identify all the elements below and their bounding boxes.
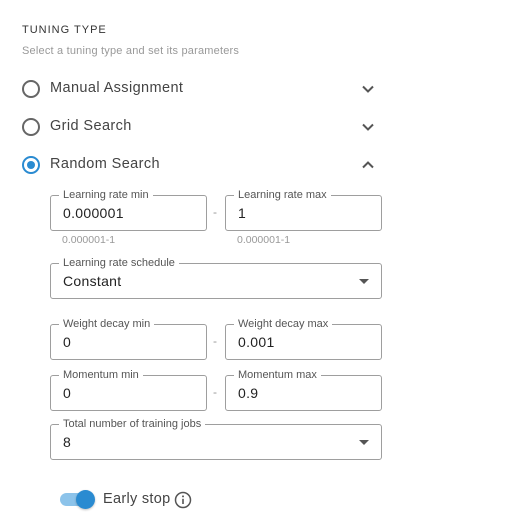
radio-button[interactable] [22, 80, 40, 98]
chevron-down-icon[interactable] [361, 82, 375, 96]
field-label: Learning rate schedule [59, 256, 179, 270]
total-training-jobs-select[interactable]: Total number of training jobs 8 [50, 417, 382, 460]
range-separator: - [213, 385, 217, 399]
field-label: Momentum max [234, 368, 321, 382]
field-label: Total number of training jobs [59, 417, 206, 431]
field-value[interactable]: 0.000001 [63, 205, 124, 221]
chevron-down-icon[interactable] [361, 120, 375, 134]
option-grid-search[interactable]: Grid Search [0, 113, 390, 141]
field-value: Constant [63, 273, 122, 289]
field-value[interactable]: 0.9 [238, 385, 258, 401]
field-label: Momentum min [59, 368, 143, 382]
field-label: Learning rate min [59, 188, 153, 202]
field-label: Weight decay min [59, 317, 155, 331]
radio-dot [27, 161, 35, 169]
lr-min-hint: 0.000001-1 [62, 234, 116, 246]
option-manual-assignment[interactable]: Manual Assignment [0, 75, 390, 103]
field-label: Learning rate max [234, 188, 331, 202]
early-stop-label: Early stop [103, 491, 171, 507]
weight-decay-max-field[interactable]: Weight decay max 0.001 [225, 317, 382, 360]
field-value[interactable]: 0.001 [238, 334, 275, 350]
section-title: TUNING TYPE [22, 24, 107, 36]
section-subtitle: Select a tuning type and set its paramet… [22, 45, 240, 57]
range-separator: - [213, 334, 217, 348]
info-icon[interactable] [174, 491, 192, 509]
option-label: Random Search [50, 156, 160, 172]
weight-decay-min-field[interactable]: Weight decay min 0 [50, 317, 207, 360]
radio-button[interactable] [22, 118, 40, 136]
field-value: 8 [63, 434, 72, 450]
toggle-knob[interactable] [76, 490, 95, 509]
field-value[interactable]: 0 [63, 385, 71, 401]
option-label: Grid Search [50, 118, 132, 134]
momentum-min-field[interactable]: Momentum min 0 [50, 368, 207, 411]
dropdown-arrow-icon[interactable] [359, 440, 369, 445]
dropdown-arrow-icon[interactable] [359, 279, 369, 284]
lr-max-hint: 0.000001-1 [237, 234, 291, 246]
range-separator: - [213, 205, 217, 219]
field-value[interactable]: 0 [63, 334, 71, 350]
field-value[interactable]: 1 [238, 205, 246, 221]
early-stop-toggle[interactable] [60, 490, 95, 509]
momentum-max-field[interactable]: Momentum max 0.9 [225, 368, 382, 411]
chevron-up-icon[interactable] [361, 158, 375, 172]
field-label: Weight decay max [234, 317, 333, 331]
radio-button-selected[interactable] [22, 156, 40, 174]
learning-rate-schedule-select[interactable]: Learning rate schedule Constant [50, 256, 382, 299]
option-random-search[interactable]: Random Search [0, 151, 390, 179]
option-label: Manual Assignment [50, 80, 184, 96]
learning-rate-max-field[interactable]: Learning rate max 1 [225, 188, 382, 231]
learning-rate-min-field[interactable]: Learning rate min 0.000001 [50, 188, 207, 231]
